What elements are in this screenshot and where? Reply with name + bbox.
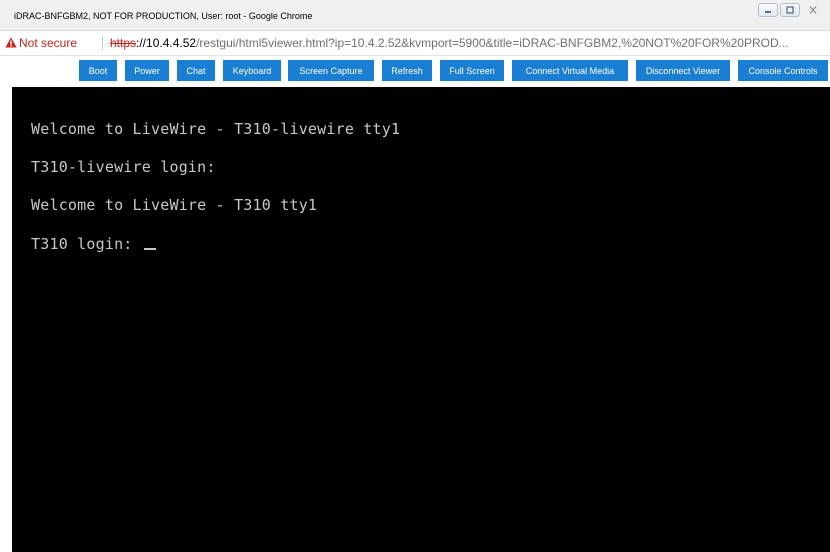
window-title: iDRAC-BNFGBM2, NOT FOR PRODUCTION, User:… bbox=[14, 11, 313, 21]
remote-console-screen[interactable]: Welcome to LiveWire - T310-livewire tty1… bbox=[12, 87, 830, 552]
url-path: /restgui/html5viewer.html?ip=10.4.2.52&k… bbox=[196, 36, 789, 50]
console-prompt: T310 login: bbox=[31, 235, 142, 253]
chat-button[interactable]: Chat bbox=[177, 60, 215, 81]
text-cursor bbox=[143, 248, 156, 250]
console-line: T310-livewire login: bbox=[31, 158, 216, 176]
keyboard-button[interactable]: Keyboard bbox=[223, 60, 281, 81]
address-divider bbox=[102, 36, 103, 50]
full-screen-button[interactable]: Full Screen bbox=[440, 60, 504, 81]
maximize-button[interactable] bbox=[780, 3, 800, 17]
address-bar[interactable]: Not secure https://10.4.4.52/restgui/htm… bbox=[0, 31, 830, 56]
security-status[interactable]: Not secure bbox=[19, 36, 77, 50]
console-line: Welcome to LiveWire - T310-livewire tty1 bbox=[31, 120, 401, 138]
url-host: ://10.4.4.52 bbox=[136, 36, 197, 50]
power-button[interactable]: Power bbox=[125, 60, 169, 81]
boot-button[interactable]: Boot bbox=[79, 60, 117, 81]
viewer-toolbar: Boot Power Chat Keyboard Screen Capture … bbox=[0, 56, 830, 87]
browser-window: iDRAC-BNFGBM2, NOT FOR PRODUCTION, User:… bbox=[0, 0, 830, 552]
minimize-icon bbox=[765, 11, 771, 13]
warning-triangle-icon[interactable] bbox=[5, 37, 17, 48]
url-scheme: https bbox=[110, 36, 137, 50]
window-controls bbox=[756, 3, 824, 19]
connect-virtual-media-button[interactable]: Connect Virtual Media bbox=[512, 60, 628, 81]
maximize-icon bbox=[786, 6, 794, 14]
disconnect-viewer-button[interactable]: Disconnect Viewer bbox=[636, 60, 730, 81]
console-controls-button[interactable]: Console Controls bbox=[738, 60, 828, 81]
screen-capture-button[interactable]: Screen Capture bbox=[288, 60, 374, 81]
refresh-button[interactable]: Refresh bbox=[382, 60, 432, 81]
close-icon bbox=[809, 6, 817, 14]
minimize-button[interactable] bbox=[758, 3, 778, 17]
url-text[interactable]: https://10.4.4.52/restgui/html5viewer.ht… bbox=[110, 36, 828, 50]
close-button[interactable] bbox=[802, 3, 824, 17]
title-bar: iDRAC-BNFGBM2, NOT FOR PRODUCTION, User:… bbox=[0, 0, 830, 31]
console-line: Welcome to LiveWire - T310 tty1 bbox=[31, 196, 318, 214]
console-prompt-line: T310 login: bbox=[31, 235, 156, 253]
